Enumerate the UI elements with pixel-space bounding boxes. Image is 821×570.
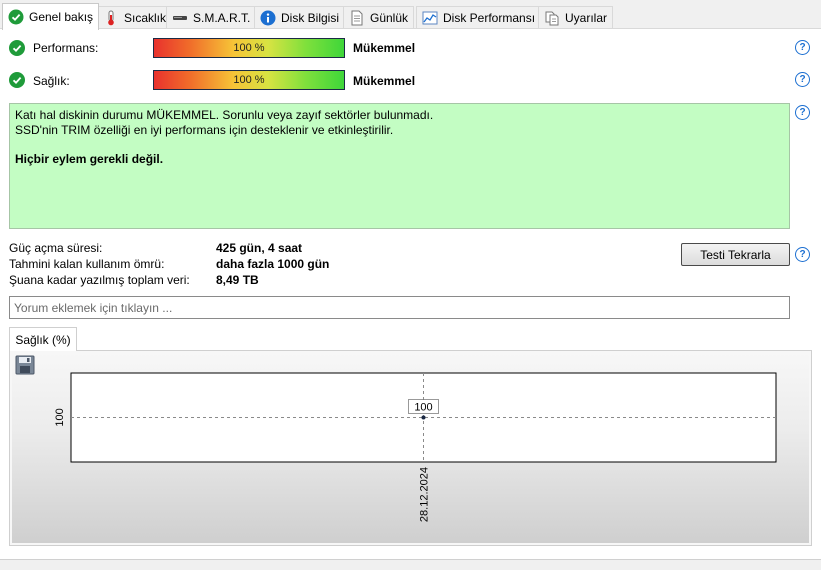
data-label: 100 bbox=[414, 402, 432, 414]
tab-health-chart[interactable]: Sağlık (%) bbox=[9, 327, 77, 351]
x-tick-label: 28.12.2024 bbox=[419, 467, 431, 522]
y-tick-label: 100 bbox=[54, 408, 66, 426]
status-bar bbox=[0, 559, 821, 570]
tab-label: Genel bakış bbox=[29, 10, 94, 24]
check-circle-icon bbox=[8, 9, 24, 25]
data-point bbox=[421, 415, 426, 420]
save-chart-icon[interactable] bbox=[15, 355, 35, 375]
tab-genel-bakis[interactable]: Genel bakış bbox=[2, 3, 100, 30]
health-chart: 100 28.12.2024 100 bbox=[54, 372, 777, 522]
